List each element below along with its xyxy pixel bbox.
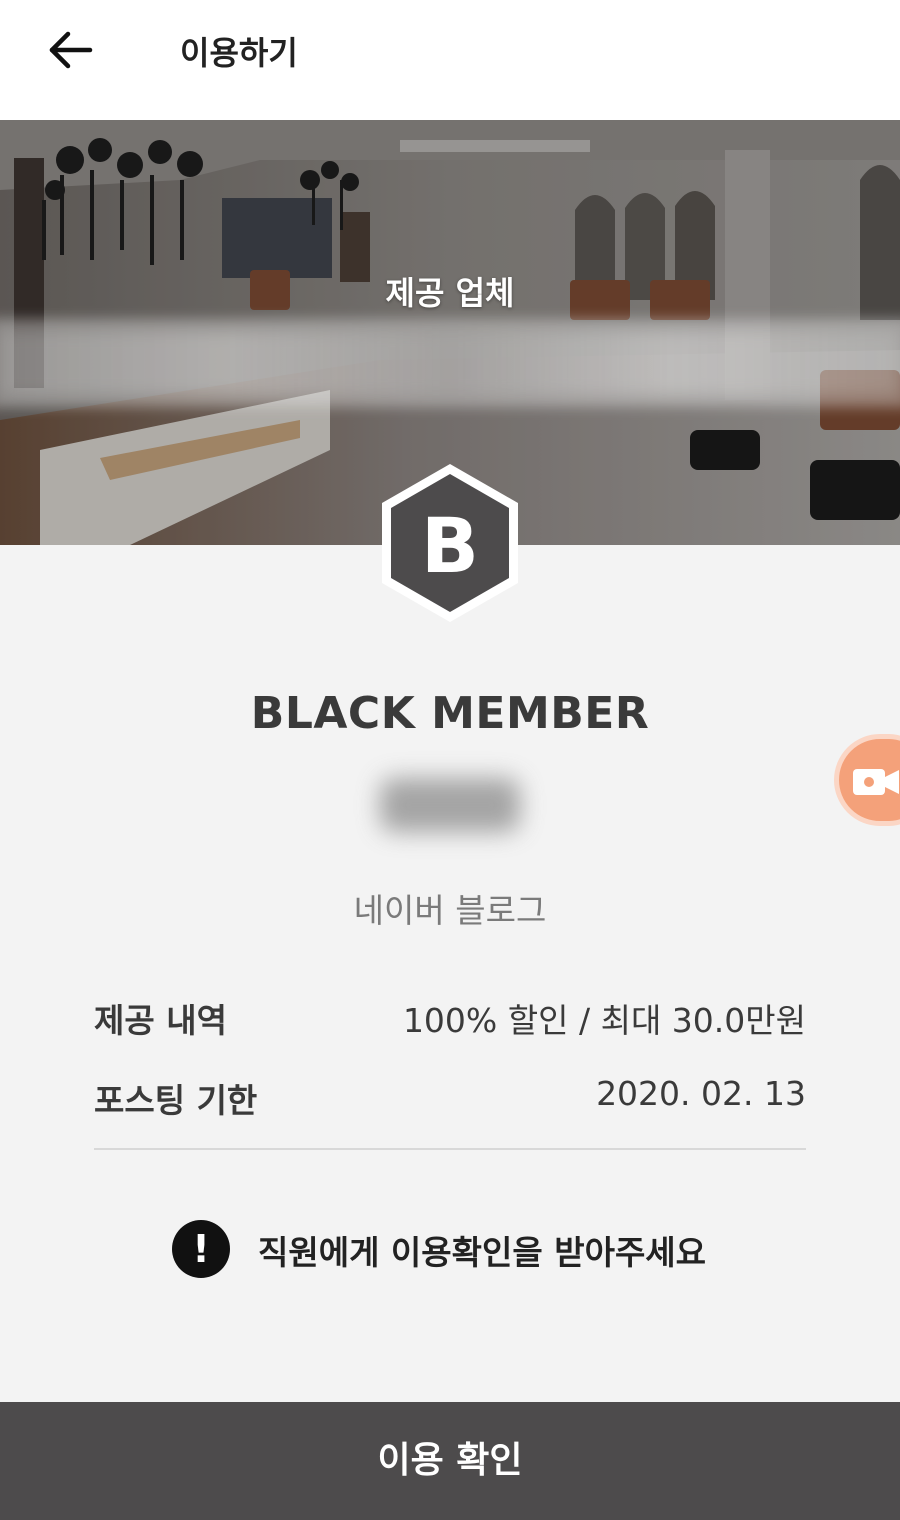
deadline-row: 포스팅 기한 2020. 02. 13 — [94, 1074, 806, 1124]
divider — [94, 1148, 806, 1150]
member-name-blurred — [380, 778, 520, 832]
provider-label: 제공 업체 — [385, 274, 515, 312]
back-arrow-icon[interactable] — [44, 26, 96, 78]
provider-name-blur-overlay — [0, 330, 900, 396]
deadline-label: 포스팅 기한 — [94, 1081, 258, 1120]
page-title: 이용하기 — [180, 34, 298, 72]
confirm-use-button[interactable]: 이용 확인 — [0, 1402, 900, 1520]
member-badge-icon: B — [377, 460, 523, 626]
app-header: 이용하기 — [0, 0, 900, 120]
offer-label: 제공 내역 — [94, 1001, 227, 1040]
offer-value: 100% 할인 / 최대 30.0만원 — [402, 1001, 806, 1040]
badge-letter: B — [421, 501, 479, 590]
floating-video-button[interactable] — [834, 734, 900, 826]
notice-text: 직원에게 이용확인을 받아주세요 — [258, 1233, 707, 1272]
exclamation-icon: ! — [172, 1220, 230, 1278]
video-camera-icon — [853, 769, 899, 795]
deadline-value: 2020. 02. 13 — [596, 1074, 806, 1113]
membership-level: BLACK MEMBER — [250, 688, 650, 739]
offer-row: 제공 내역 100% 할인 / 최대 30.0만원 — [94, 994, 806, 1044]
channel-name: 네이버 블로그 — [353, 891, 547, 930]
